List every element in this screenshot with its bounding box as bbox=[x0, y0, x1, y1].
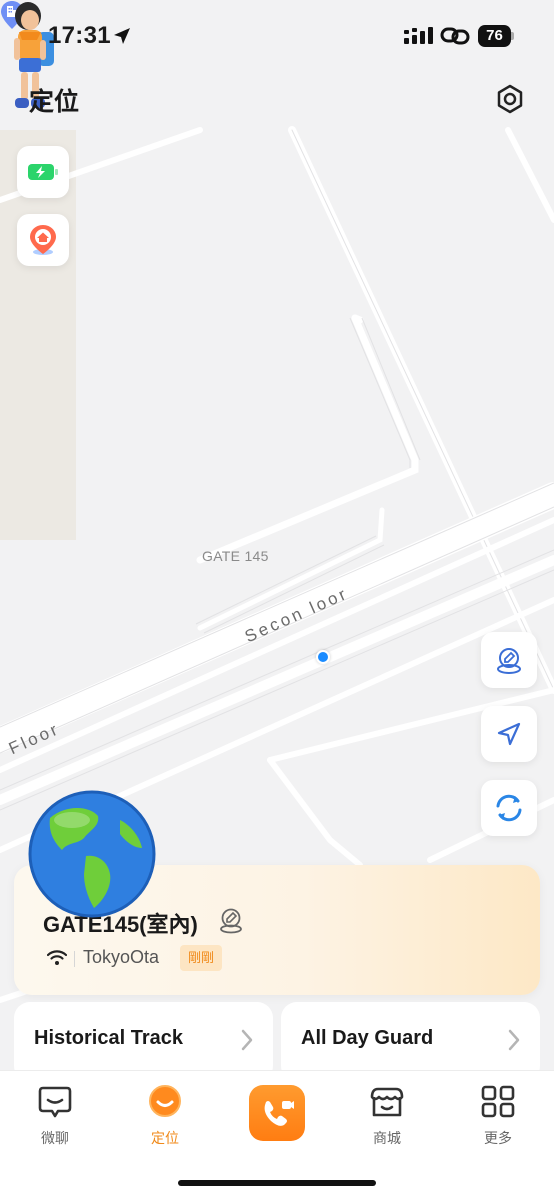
wifi-icon bbox=[47, 950, 67, 965]
city-name: TokyoOta bbox=[83, 947, 160, 967]
chevron-right-icon bbox=[508, 1029, 520, 1051]
video-call-button[interactable] bbox=[249, 1085, 305, 1141]
tab-label: 商城 bbox=[373, 1130, 401, 1146]
edit-location-icon bbox=[497, 648, 521, 674]
poi-label[interactable]: GATE 145 bbox=[202, 548, 269, 564]
battery-percent: 76 bbox=[486, 27, 503, 44]
navigate-button[interactable] bbox=[481, 706, 537, 762]
location-icon bbox=[149, 1085, 181, 1117]
refresh-location-button[interactable] bbox=[481, 780, 537, 836]
chat-icon bbox=[38, 1086, 72, 1118]
tab-location[interactable]: 定位 bbox=[125, 1085, 205, 1148]
update-time-badge: 剛剛 bbox=[180, 945, 223, 971]
edit-place-icon[interactable] bbox=[218, 906, 244, 934]
battery-status-button[interactable] bbox=[17, 146, 69, 198]
historical-track-label: Historical Track bbox=[34, 1027, 183, 1049]
all-day-guard-label: All Day Guard bbox=[301, 1027, 434, 1049]
video-call-icon bbox=[264, 1101, 294, 1126]
refresh-icon bbox=[496, 794, 522, 822]
shop-icon bbox=[370, 1087, 404, 1117]
settings-gear-icon[interactable] bbox=[494, 83, 526, 115]
home-indicator bbox=[178, 1180, 376, 1186]
link-icon bbox=[440, 27, 470, 45]
grid-icon bbox=[481, 1085, 515, 1118]
edit-location-button[interactable] bbox=[481, 632, 537, 688]
tab-label: 更多 bbox=[484, 1130, 512, 1146]
tab-label: 定位 bbox=[151, 1130, 179, 1146]
current-location-dot bbox=[316, 650, 330, 664]
page-title: 定位 bbox=[29, 88, 80, 116]
cellular-signal-icon bbox=[404, 27, 433, 44]
tab-chat[interactable]: 微聊 bbox=[15, 1085, 95, 1148]
location-services-icon bbox=[114, 28, 130, 44]
home-pin-icon bbox=[30, 225, 56, 255]
globe-icon bbox=[28, 790, 156, 918]
home-location-button[interactable] bbox=[17, 214, 69, 266]
status-time: 17:31 bbox=[48, 22, 111, 49]
tab-shop[interactable]: 商城 bbox=[347, 1085, 427, 1148]
tab-label: 微聊 bbox=[41, 1130, 69, 1146]
chevron-right-icon bbox=[241, 1029, 253, 1051]
battery-indicator: 76 bbox=[478, 25, 514, 47]
tab-more[interactable]: 更多 bbox=[458, 1085, 538, 1148]
status-bar: 17:31 76 bbox=[0, 0, 554, 72]
battery-charging-icon bbox=[28, 164, 58, 180]
divider bbox=[74, 951, 75, 967]
navigation-arrow-icon bbox=[497, 722, 521, 746]
